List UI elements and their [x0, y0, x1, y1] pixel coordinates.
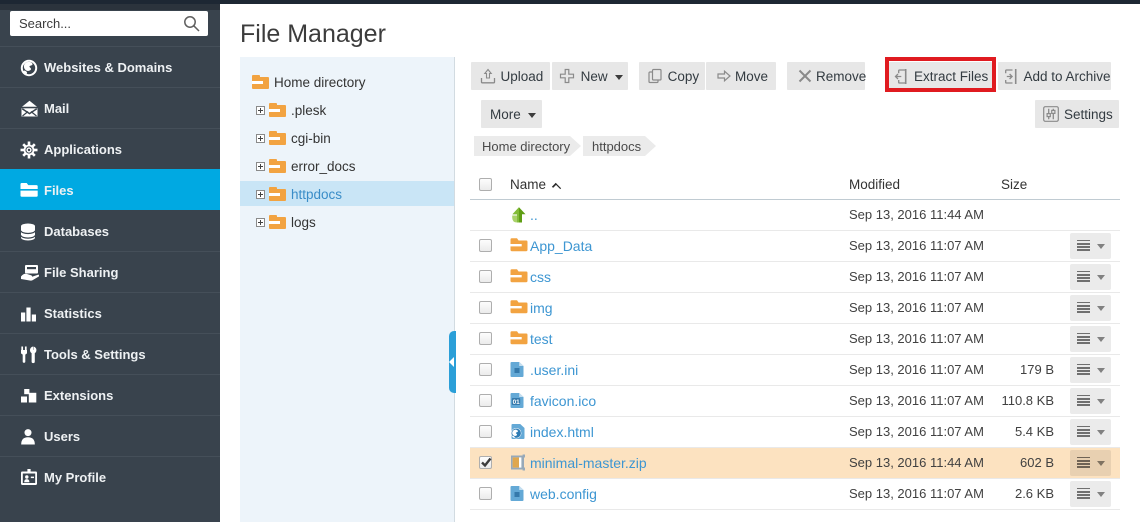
svg-text:01: 01: [513, 398, 521, 405]
